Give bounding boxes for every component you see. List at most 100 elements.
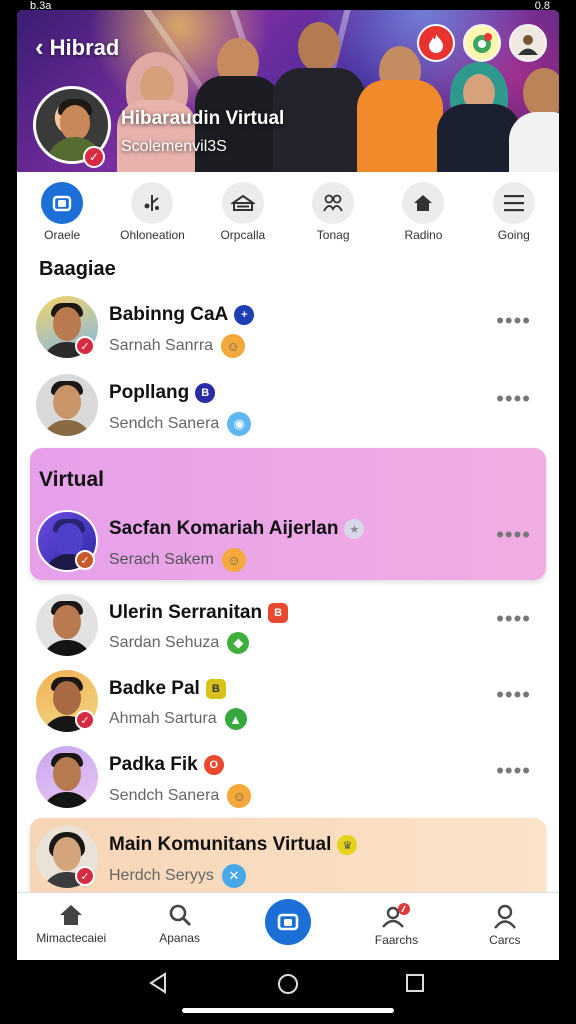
verified-badge-icon: ✓ <box>83 146 105 168</box>
sticker-icon <box>473 33 492 53</box>
recents-square-icon[interactable] <box>405 972 425 994</box>
back-triangle-icon[interactable] <box>148 972 168 994</box>
system-navigation-bar <box>0 960 576 1024</box>
contact-name: Babinng CaA <box>109 304 229 325</box>
leaf-emoji-icon: ◆ <box>227 632 250 654</box>
list-item[interactable]: Popllang B Sendch Sanera ◉ •••• <box>17 366 559 442</box>
crown-badge-icon: ♛ <box>337 835 358 855</box>
tab-label: Oraele <box>44 228 81 242</box>
flame-icon <box>429 34 443 53</box>
nav-camera[interactable] <box>234 893 342 960</box>
smile-emoji-icon: ☺ <box>221 548 246 572</box>
more-options-icon[interactable]: •••• <box>496 760 531 782</box>
contact-subtitle: Herdch Seryys <box>109 867 214 884</box>
nav-search[interactable]: Apanas <box>125 893 233 960</box>
hero-actions <box>417 24 547 62</box>
chevron-left-icon: ‹ <box>35 32 44 62</box>
back-button[interactable]: ‹ Hibrad <box>35 32 119 63</box>
nav-label: Carcs <box>489 933 521 947</box>
inbox-icon <box>221 182 264 224</box>
list-item[interactable]: Padka Fik O Sendch Sanera ☺ •••• <box>17 738 559 814</box>
contact-name: Badke Pal <box>109 678 200 699</box>
contact-subtitle: Sendch Sanera <box>109 415 220 432</box>
tree-emoji-icon: ▲ <box>224 708 247 730</box>
b-badge-icon: B <box>268 603 289 623</box>
nav-label: Faarchs <box>374 933 419 947</box>
contact-name: Popllang <box>109 382 190 403</box>
list-item[interactable]: ✓ Main Komunitans Virtual ♛ Herdch Seryys… <box>17 818 559 894</box>
nav-label: Mimactecaiei <box>36 931 107 945</box>
more-options-icon[interactable]: •••• <box>496 684 531 706</box>
plus-badge-icon: + <box>234 305 255 325</box>
verified-badge-icon: ✓ <box>75 336 95 356</box>
profile-icon <box>493 904 516 929</box>
menu-icon <box>492 182 535 224</box>
tab-label: Orpcalla <box>220 228 266 242</box>
more-options-icon[interactable]: •••• <box>496 388 531 410</box>
hero-banner: ‹ Hibrad ✓ Hibaraudin Virtual Scolemenvi… <box>17 10 559 172</box>
camera-icon <box>41 182 84 224</box>
more-options-icon[interactable]: •••• <box>496 310 531 332</box>
contact-name: Main Komunitans Virtual <box>109 834 332 855</box>
profile-notification-icon <box>382 903 411 928</box>
camera-icon <box>265 899 312 945</box>
bottom-navigation: Mimactecaiei Apanas Faarchs Carcs <box>17 892 559 960</box>
nav-home[interactable]: Mimactecaiei <box>17 893 125 960</box>
contact-name: Ulerin Serranitan <box>109 602 263 623</box>
nav-faarchs[interactable]: Faarchs <box>342 893 450 960</box>
more-options-icon[interactable]: •••• <box>496 524 531 546</box>
flame-button[interactable] <box>417 24 455 62</box>
verified-badge-icon: ✓ <box>75 710 95 730</box>
nav-carcs[interactable]: Carcs <box>451 893 559 960</box>
tab-ohloneation[interactable]: Ohloneation <box>107 182 197 246</box>
home-icon <box>60 905 83 925</box>
category-tabs: Oraele Ohloneation Orpcalla Tonag Radino <box>17 182 559 246</box>
tab-label: Radino <box>404 228 443 242</box>
profile-handle: Scolemenvil3S <box>121 138 227 155</box>
globe-emoji-icon: ◉ <box>227 412 252 436</box>
home-icon <box>402 182 445 224</box>
tab-radino[interactable]: Radino <box>378 182 468 246</box>
o-badge-icon: O <box>203 755 224 775</box>
list-item[interactable]: ✓ Sacfan Komariah Aijerlan ★ Serach Sakem… <box>17 502 559 578</box>
sticker-button[interactable] <box>463 24 501 62</box>
section-title: Baagiae <box>39 258 116 280</box>
contact-subtitle: Sarnah Sanrra <box>109 337 214 354</box>
avatar-icon <box>518 35 538 55</box>
avatar <box>36 594 98 656</box>
star-badge-icon: ★ <box>344 519 365 539</box>
list-item[interactable]: ✓ Badke Pal B Ahmah Sartura ▲ •••• <box>17 662 559 738</box>
card-title: Virtual <box>39 468 104 491</box>
nav-label: Apanas <box>159 931 200 945</box>
contact-subtitle: Ahmah Sartura <box>109 710 217 727</box>
list-item[interactable]: Ulerin Serranitan B Sardan Sehuza ◆ •••• <box>17 586 559 662</box>
contact-subtitle: Sendch Sanera <box>109 787 220 804</box>
b-badge-icon: B <box>205 679 226 699</box>
tab-oraele[interactable]: Oraele <box>17 182 107 246</box>
app-screen: ‹ Hibrad ✓ Hibaraudin Virtual Scolemenvi… <box>17 10 559 960</box>
smile-emoji-icon: ☺ <box>221 334 246 358</box>
tab-going[interactable]: Going <box>469 182 559 246</box>
tab-label: Going <box>497 228 530 242</box>
profile-name: Hibaraudin Virtual <box>121 108 285 129</box>
avatar <box>36 374 98 436</box>
contact-name: Sacfan Komariah Aijerlan <box>109 518 339 539</box>
user-avatar-button[interactable] <box>509 24 547 62</box>
tab-tonag[interactable]: Tonag <box>288 182 378 246</box>
group-icon <box>312 182 355 224</box>
back-label: Hibrad <box>49 34 120 60</box>
smile-emoji-icon: ☺ <box>227 784 252 808</box>
contact-name: Padka Fik <box>109 754 198 775</box>
b-badge-icon: B <box>195 383 216 403</box>
search-icon <box>169 904 191 926</box>
share-icon <box>131 182 174 224</box>
home-circle-icon[interactable] <box>276 972 300 996</box>
hero-person <box>273 16 365 172</box>
contact-subtitle: Sardan Sehuza <box>109 634 220 651</box>
home-indicator[interactable] <box>182 1008 394 1013</box>
tab-label: Tonag <box>316 228 350 242</box>
more-options-icon[interactable]: •••• <box>496 608 531 630</box>
tab-orpcalla[interactable]: Orpcalla <box>198 182 288 246</box>
list-item[interactable]: ✓ Babinng CaA + Sarnah Sanrra ☺ •••• <box>17 288 559 364</box>
avatar <box>36 746 98 808</box>
